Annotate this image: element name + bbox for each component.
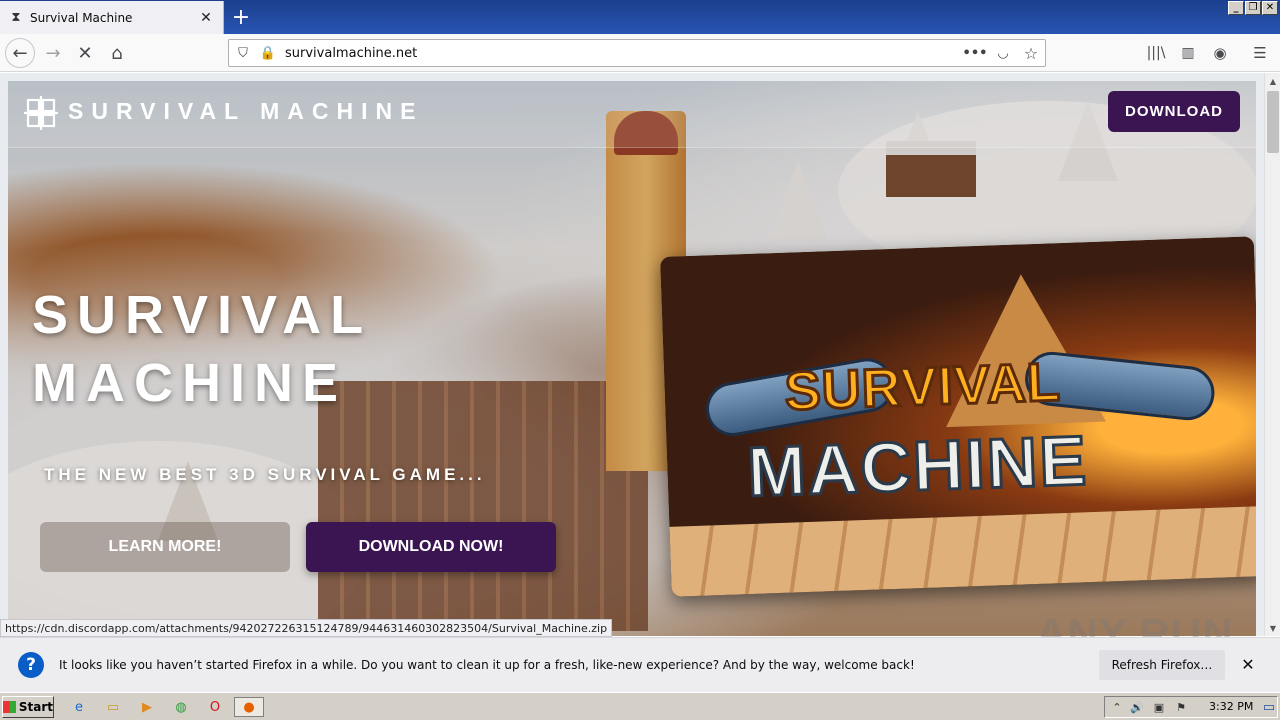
site-logo-text[interactable]: SURVIVAL MACHINE <box>68 98 423 125</box>
volume-icon[interactable]: 🔊 <box>1129 699 1145 715</box>
sidebar-button[interactable]: ▥ <box>1173 38 1203 68</box>
home-button[interactable]: ⌂ <box>102 38 132 68</box>
taskbar-clock[interactable]: 3:32 PM <box>1209 700 1253 713</box>
learn-more-button[interactable]: LEARN MORE! <box>40 522 290 572</box>
hourglass-icon: ⧗ <box>11 10 21 25</box>
shield-icon[interactable]: ⛉ <box>234 44 252 62</box>
url-text[interactable]: survivalmachine.net <box>285 46 417 61</box>
action-center-flag-icon[interactable]: ⚑ <box>1173 699 1189 715</box>
account-icon: ◉ <box>1213 44 1227 62</box>
forward-icon: → <box>45 42 61 64</box>
maximize-button[interactable]: ❐ <box>1245 1 1261 15</box>
promo-logo-line-2: MACHINE <box>745 420 1091 513</box>
menu-icon: ☰ <box>1253 44 1267 62</box>
windows-logo-icon <box>3 701 16 713</box>
web-page: SURVIVAL MACHINE DOWNLOAD SURVIVAL MACHI… <box>0 73 1264 636</box>
logo-icon[interactable] <box>24 96 58 130</box>
home-icon: ⌂ <box>111 42 123 64</box>
bookmark-star-icon[interactable]: ☆ <box>1022 44 1040 63</box>
tab-title: Survival Machine <box>30 10 133 25</box>
scrollbar-thumb[interactable] <box>1267 91 1279 153</box>
scroll-up-icon[interactable]: ▲ <box>1265 73 1280 89</box>
headline-line-2: MACHINE <box>32 353 347 413</box>
chrome-icon[interactable]: ◍ <box>170 697 192 717</box>
site-header: SURVIVAL MACHINE DOWNLOAD <box>8 81 1256 148</box>
header-download-button[interactable]: DOWNLOAD <box>1108 91 1240 132</box>
pocket-icon[interactable]: ◡ <box>994 44 1012 62</box>
account-button[interactable]: ◉ <box>1205 38 1235 68</box>
navigation-bar: ← → ✕ ⌂ ⛉ 🔒 survivalmachine.net ••• ◡ ☆ … <box>0 34 1280 72</box>
question-icon: ? <box>18 652 44 678</box>
scroll-down-icon[interactable]: ▼ <box>1265 620 1280 636</box>
back-icon: ← <box>12 42 28 64</box>
stop-icon: ✕ <box>77 42 93 64</box>
notification-bar: ? It looks like you haven’t started Fire… <box>0 637 1280 692</box>
network-icon[interactable]: ▣ <box>1151 699 1167 715</box>
promo-logo-line-1: SURVIVAL <box>782 351 1063 424</box>
vertical-scrollbar[interactable]: ▲ ▼ <box>1264 73 1280 636</box>
library-icon: |||\ <box>1146 45 1166 61</box>
stop-button[interactable]: ✕ <box>70 38 100 68</box>
download-now-button[interactable]: DOWNLOAD NOW! <box>306 522 556 572</box>
internet-explorer-icon[interactable]: e <box>68 697 90 717</box>
hero-subheadline: THE NEW BEST 3D SURVIVAL GAME... <box>44 465 486 484</box>
url-bar[interactable]: ⛉ 🔒 survivalmachine.net ••• ◡ ☆ <box>228 39 1046 67</box>
notification-message: It looks like you haven’t started Firefo… <box>59 658 915 672</box>
new-tab-button[interactable]: + <box>228 4 254 30</box>
opera-icon[interactable]: O <box>204 697 226 717</box>
start-button[interactable]: Start <box>2 696 54 718</box>
hero-headline: SURVIVAL MACHINE <box>32 281 372 417</box>
headline-line-1: SURVIVAL <box>32 285 373 345</box>
close-tab-icon[interactable]: ✕ <box>197 9 215 27</box>
more-icon[interactable]: ••• <box>963 44 988 62</box>
minimize-button[interactable]: _ <box>1228 1 1244 15</box>
system-tray: ⌃ 🔊 ▣ ⚑ 3:32 PM <box>1104 696 1278 718</box>
tab-strip: ⧗ Survival Machine ✕ + _ ❐ ✕ <box>0 0 1280 34</box>
start-label: Start <box>18 700 53 714</box>
folder-icon[interactable]: ▭ <box>102 697 124 717</box>
hero-section: SURVIVAL MACHINE DOWNLOAD SURVIVAL MACHI… <box>8 81 1256 636</box>
forward-button[interactable]: → <box>38 38 68 68</box>
taskbar: Start e ▭ ▶ ◍ O ● ⌃ 🔊 ▣ ⚑ 3:32 PM ▭ <box>0 692 1280 720</box>
firefox-taskbar-icon[interactable]: ● <box>234 697 264 717</box>
status-link-url: https://cdn.discordapp.com/attachments/9… <box>0 619 613 637</box>
close-window-button[interactable]: ✕ <box>1262 1 1278 15</box>
insecure-lock-icon[interactable]: 🔒 <box>259 44 277 62</box>
media-player-icon[interactable]: ▶ <box>136 697 158 717</box>
back-button[interactable]: ← <box>5 38 35 68</box>
refresh-firefox-button[interactable]: Refresh Firefox… <box>1099 650 1225 680</box>
close-notification-icon[interactable]: ✕ <box>1238 654 1258 674</box>
sidebar-icon: ▥ <box>1181 45 1195 61</box>
show-desktop-icon[interactable]: ▭ <box>1258 697 1280 717</box>
menu-button[interactable]: ☰ <box>1245 38 1275 68</box>
tray-expand-icon[interactable]: ⌃ <box>1109 699 1125 715</box>
library-button[interactable]: |||\ <box>1141 38 1171 68</box>
game-promo-image: SURVIVAL MACHINE <box>660 236 1256 597</box>
browser-tab[interactable]: ⧗ Survival Machine ✕ <box>0 1 224 34</box>
